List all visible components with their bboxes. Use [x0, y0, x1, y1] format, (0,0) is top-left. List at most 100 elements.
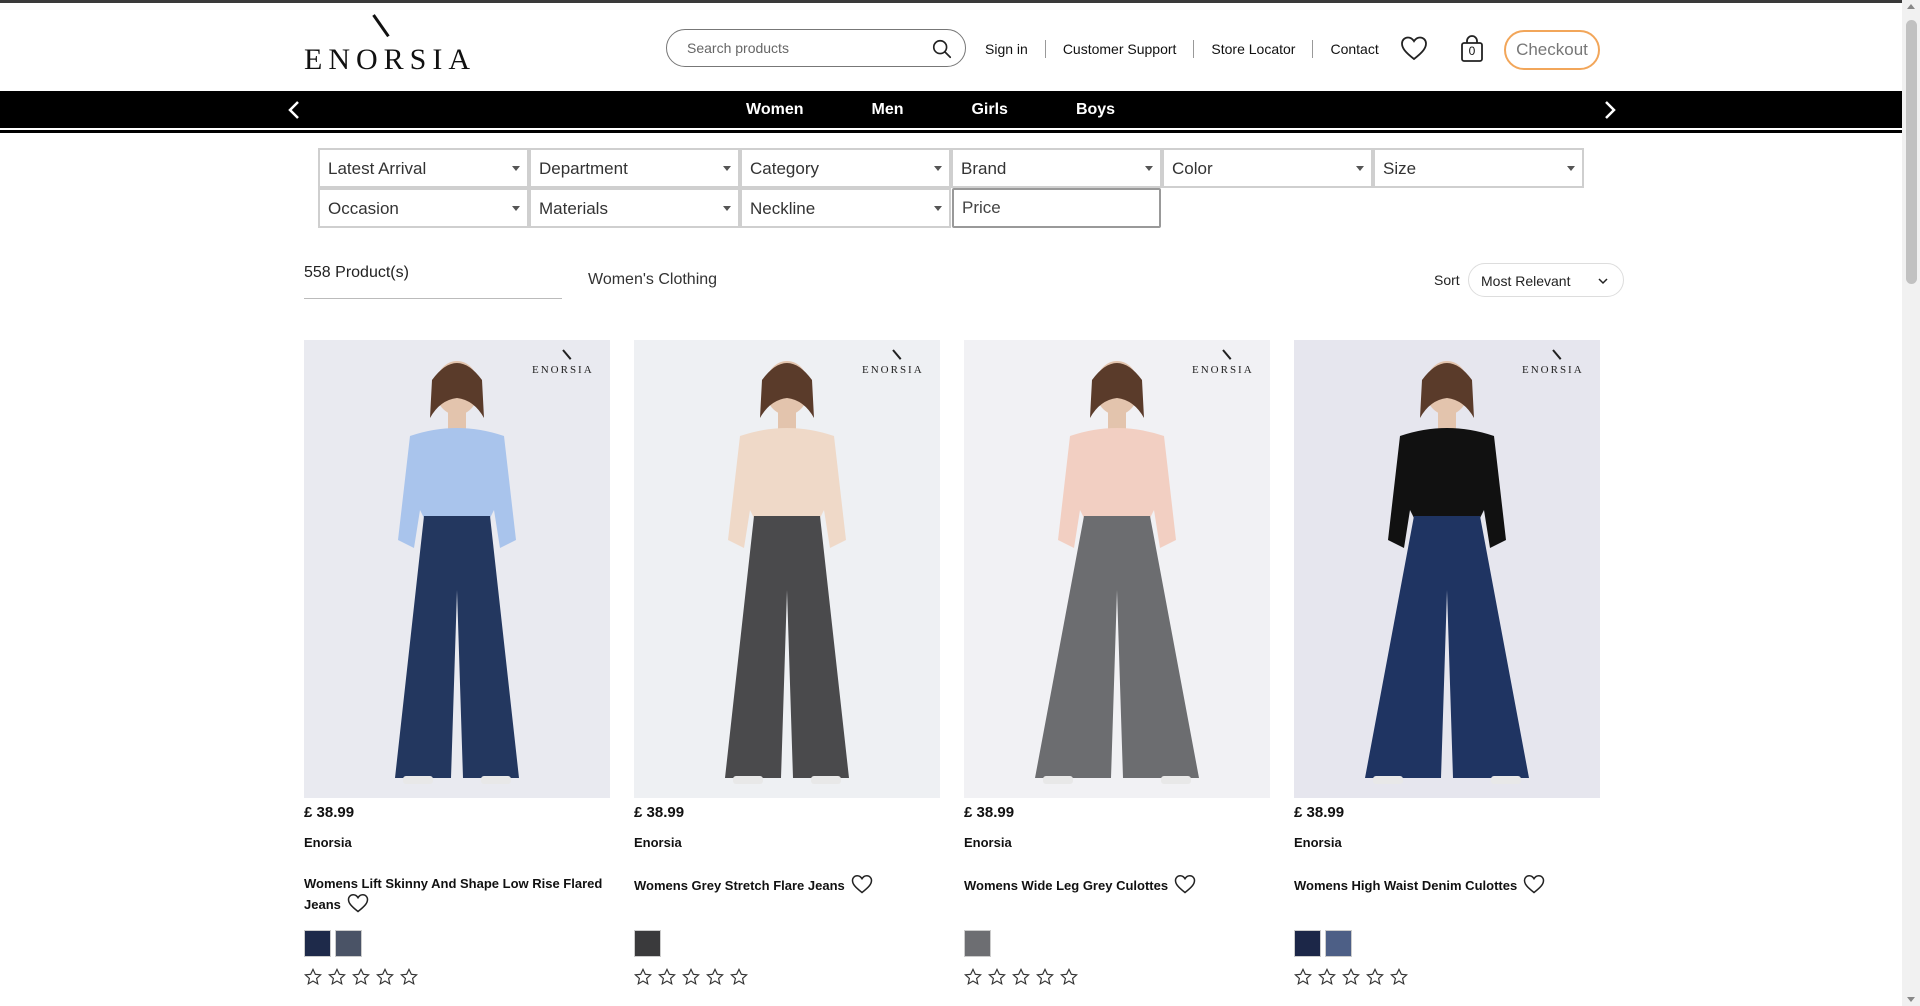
rating-star-icon[interactable] [352, 968, 370, 986]
rating-star-icon[interactable] [1294, 968, 1312, 986]
filter-latest-arrival[interactable]: Latest Arrival [318, 148, 529, 188]
nav-women[interactable]: Women [746, 91, 803, 128]
rating-star-icon[interactable] [1060, 968, 1078, 986]
rating-star-icon[interactable] [658, 968, 676, 986]
customer-support-link[interactable]: Customer Support [1046, 39, 1194, 59]
scroll-down-arrow-icon[interactable] [1907, 997, 1915, 1002]
nav-boys[interactable]: Boys [1076, 91, 1115, 128]
dropdown-caret-icon [1567, 166, 1575, 171]
rating-star-icon[interactable] [376, 968, 394, 986]
contact-link[interactable]: Contact [1313, 39, 1395, 59]
color-swatch[interactable] [964, 930, 991, 957]
photo-brand-watermark: ENORSIA [1192, 349, 1262, 378]
filter-occasion[interactable]: Occasion [318, 188, 529, 228]
color-swatch[interactable] [634, 930, 661, 957]
filter-department[interactable]: Department [529, 148, 740, 188]
page-scrollbar[interactable] [1902, 0, 1920, 1006]
watermark-text: ENORSIA [1522, 364, 1584, 376]
watermark-text: ENORSIA [532, 364, 594, 376]
rating-star-icon[interactable] [682, 968, 700, 986]
color-swatch[interactable] [1294, 930, 1321, 957]
color-swatch[interactable] [1325, 930, 1352, 957]
wishlist-heart-icon[interactable] [1523, 874, 1545, 894]
rating-star-icon[interactable] [964, 968, 982, 986]
nav-prev-arrow-icon[interactable] [284, 99, 306, 121]
scrollbar-thumb[interactable] [1906, 20, 1917, 284]
search-icon[interactable] [931, 38, 953, 60]
color-swatch[interactable] [335, 930, 362, 957]
color-swatches [634, 930, 661, 957]
rating-star-icon[interactable] [1318, 968, 1336, 986]
filter-neckline[interactable]: Neckline [740, 188, 951, 228]
filter-label: Materials [539, 199, 608, 218]
rating-star-icon[interactable] [634, 968, 652, 986]
search-input[interactable] [687, 38, 917, 58]
rating-star-icon[interactable] [1036, 968, 1054, 986]
rating-stars [304, 968, 418, 986]
product-title-row: Womens High Waist Denim Culottes [1294, 874, 1600, 895]
product-image[interactable]: ENORSIA [1294, 340, 1600, 798]
product-image[interactable]: ENORSIA [634, 340, 940, 798]
filter-size[interactable]: Size [1373, 148, 1584, 188]
enorsia-logo[interactable]: ENORSIA [304, 13, 470, 76]
product-image[interactable]: ENORSIA [304, 340, 610, 798]
filter-label: Size [1383, 159, 1417, 178]
product-title-row: Womens Wide Leg Grey Culottes [964, 874, 1270, 895]
shopping-bag-icon[interactable]: 0 [1458, 35, 1486, 63]
scroll-up-arrow-icon[interactable] [1907, 4, 1915, 9]
site-header: ENORSIA Sign in Customer Support Store L… [0, 3, 1902, 91]
nav-underline [0, 130, 1902, 133]
wishlist-heart-icon[interactable] [851, 874, 873, 894]
color-swatch[interactable] [304, 930, 331, 957]
dropdown-caret-icon [934, 206, 942, 211]
color-swatches [964, 930, 991, 957]
store-locator-link[interactable]: Store Locator [1194, 39, 1312, 59]
product-title[interactable]: Womens High Waist Denim Culottes [1294, 878, 1517, 893]
filter-category[interactable]: Category [740, 148, 951, 188]
product-title[interactable]: Womens Wide Leg Grey Culottes [964, 878, 1168, 893]
watermark-slash [562, 349, 572, 360]
dropdown-caret-icon [723, 166, 731, 171]
watermark-slash [1222, 349, 1232, 360]
product-title-row: Womens Lift Skinny And Shape Low Rise Fl… [304, 874, 610, 914]
dropdown-caret-icon [512, 206, 520, 211]
filter-label: Latest Arrival [328, 159, 427, 178]
nav-girls[interactable]: Girls [971, 91, 1007, 128]
product-image[interactable]: ENORSIA [964, 340, 1270, 798]
wishlist-heart-icon[interactable] [1400, 35, 1428, 61]
product-title[interactable]: Womens Grey Stretch Flare Jeans [634, 878, 845, 893]
filter-label: Category [750, 159, 819, 178]
product-count: 558 Product(s) [304, 264, 409, 281]
filter-brand[interactable]: Brand [951, 148, 1162, 188]
filter-materials[interactable]: Materials [529, 188, 740, 228]
rating-star-icon[interactable] [328, 968, 346, 986]
rating-star-icon[interactable] [706, 968, 724, 986]
rating-star-icon[interactable] [988, 968, 1006, 986]
filter-label: Neckline [750, 199, 816, 218]
rating-star-icon[interactable] [1012, 968, 1030, 986]
product-price: £ 38.99 [634, 804, 685, 821]
rating-stars [634, 968, 748, 986]
dropdown-caret-icon [1356, 166, 1364, 171]
sign-in-link[interactable]: Sign in [968, 39, 1045, 59]
nav-men[interactable]: Men [871, 91, 903, 128]
checkout-button[interactable]: Checkout [1504, 30, 1600, 70]
count-underline [304, 298, 562, 299]
rating-star-icon[interactable] [1342, 968, 1360, 986]
rating-star-icon[interactable] [1390, 968, 1408, 986]
model-photo [304, 340, 610, 798]
rating-star-icon[interactable] [730, 968, 748, 986]
wishlist-heart-icon[interactable] [347, 893, 369, 913]
model-photo [1294, 340, 1600, 798]
sort-select[interactable]: Most Relevant [1468, 263, 1624, 297]
rating-star-icon[interactable] [400, 968, 418, 986]
filter-label: Occasion [328, 199, 399, 218]
rating-stars [1294, 968, 1408, 986]
photo-brand-watermark: ENORSIA [862, 349, 932, 378]
rating-star-icon[interactable] [304, 968, 322, 986]
nav-next-arrow-icon[interactable] [1598, 99, 1620, 121]
wishlist-heart-icon[interactable] [1174, 874, 1196, 894]
price-input[interactable] [962, 198, 1147, 218]
filter-color[interactable]: Color [1162, 148, 1373, 188]
rating-star-icon[interactable] [1366, 968, 1384, 986]
